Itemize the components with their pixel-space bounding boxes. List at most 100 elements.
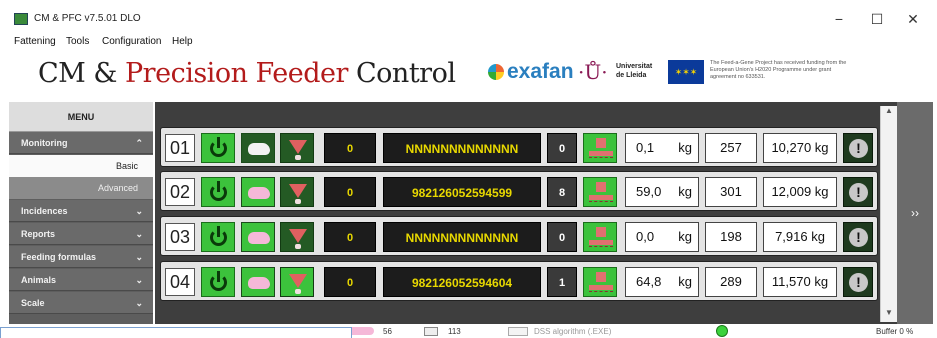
university-crest-icon: ·Ů·: [578, 60, 608, 84]
total-feed: 10,270 kg: [763, 133, 837, 163]
power-icon-bar: [217, 181, 220, 192]
sidebar-item-feeding-formulas[interactable]: Feeding formulas ⌄: [9, 246, 153, 268]
scale-grid-icon: [589, 291, 613, 294]
scale-button[interactable]: [583, 222, 617, 252]
scale-base-icon: [589, 195, 613, 200]
feeder-icon: [289, 184, 307, 198]
scroll-down-icon[interactable]: ▼: [881, 308, 897, 322]
scale-button[interactable]: [583, 133, 617, 163]
sidebar-item-animals[interactable]: Animals ⌄: [9, 269, 153, 291]
sidebar-item-monitoring[interactable]: Monitoring ⌃: [9, 132, 153, 154]
pig-button[interactable]: [241, 133, 275, 163]
scale-icon: [596, 227, 606, 237]
scale-button[interactable]: [583, 177, 617, 207]
power-icon-bar: [217, 271, 220, 282]
alert-icon: !: [849, 183, 868, 202]
alert-button[interactable]: !: [843, 267, 873, 297]
sidebar-item-label: Reports: [21, 229, 56, 239]
alert-icon: !: [849, 228, 868, 247]
feeder-button[interactable]: [280, 222, 314, 252]
menu-header: MENU: [9, 102, 153, 132]
weight-field: 0,0 kg: [625, 222, 699, 252]
feeder-row: 02 0 982126052594599 8 59,0 kg 301 12,009 kg!: [160, 171, 878, 211]
menu-configuration[interactable]: Configuration: [102, 36, 161, 47]
exafan-logo-icon: [488, 64, 504, 80]
feeder-id: 03: [165, 223, 195, 251]
animal-number: 257: [705, 133, 757, 163]
sidebar-item-reports[interactable]: Reports ⌄: [9, 223, 153, 245]
small-counter: 1: [547, 267, 577, 297]
header-banner: CM & Precision Feeder Control exafan ·Ů·…: [8, 50, 933, 102]
power-icon-bar: [217, 226, 220, 237]
scale-base-icon: [589, 285, 613, 290]
brand-part1: CM &: [38, 58, 126, 89]
power-button[interactable]: [201, 177, 235, 207]
rfid-tag: 982126052594604: [383, 267, 541, 297]
feeder-icon: [289, 229, 307, 243]
feeder-icon: [289, 140, 307, 154]
pig-button[interactable]: [241, 222, 275, 252]
funding-notice: The Feed-a-Gene Project has received fun…: [710, 60, 847, 80]
alert-button[interactable]: !: [843, 222, 873, 252]
pig-button[interactable]: [241, 267, 275, 297]
minimize-button[interactable]: −: [824, 9, 854, 29]
chevron-down-icon: ⌄: [135, 298, 143, 308]
chevron-down-icon: ⌄: [135, 275, 143, 285]
weight-unit: kg: [678, 140, 692, 155]
app-icon: [14, 13, 28, 25]
university-line2: de Lleida: [616, 72, 647, 79]
feeder-button[interactable]: [280, 177, 314, 207]
weight-unit: kg: [678, 184, 692, 199]
window-title: CM & PFC v7.5.01 DLO: [34, 13, 141, 24]
feeder-drop-icon: [295, 199, 301, 204]
algorithm-label: DSS algorithm (.EXE): [534, 327, 612, 336]
visit-count: 0: [324, 222, 376, 252]
rfid-tag: NNNNNNNNNNNNN: [383, 222, 541, 252]
scale-icon: [596, 182, 606, 192]
weight-field: 0,1 kg: [625, 133, 699, 163]
power-button[interactable]: [201, 267, 235, 297]
weight-value: 0,0: [636, 229, 655, 244]
expand-panel-button[interactable]: ››: [897, 102, 933, 324]
sidebar-item-scale[interactable]: Scale ⌄: [9, 292, 153, 314]
sidebar-item-incidences[interactable]: Incidences ⌄: [9, 200, 153, 222]
sidebar-item-label: Scale: [21, 298, 45, 308]
menu-tools[interactable]: Tools: [66, 36, 89, 47]
menu-fattening[interactable]: Fattening: [14, 36, 56, 47]
sidebar-subitem-basic[interactable]: Basic: [9, 155, 153, 177]
maximize-button[interactable]: ☐: [862, 9, 892, 29]
chevron-down-icon: ⌄: [135, 206, 143, 216]
power-button[interactable]: [201, 222, 235, 252]
exafan-label: exafan: [507, 60, 574, 83]
scale-base-icon: [589, 151, 613, 156]
sidebar-item-label: Animals: [21, 275, 57, 285]
sidebar-subitem-advanced[interactable]: Advanced: [9, 177, 153, 199]
feeder-drop-icon: [295, 155, 301, 160]
scale-grid-icon: [589, 201, 613, 204]
total-feed: 11,570 kg: [763, 267, 837, 297]
pig-icon: [248, 277, 270, 289]
feeder-id: 02: [165, 178, 195, 206]
pig-button[interactable]: [241, 177, 275, 207]
alert-button[interactable]: !: [843, 133, 873, 163]
scroll-up-icon[interactable]: ▲: [881, 106, 897, 120]
feeder-button[interactable]: [280, 133, 314, 163]
vertical-scrollbar[interactable]: ▲ ▼: [880, 106, 897, 322]
weight-unit: kg: [678, 274, 692, 289]
sidebar-item-label: Incidences: [21, 206, 68, 216]
university-name: Universitat de Lleida: [616, 62, 652, 80]
calendar-icon: [424, 327, 438, 336]
power-button[interactable]: [201, 133, 235, 163]
pig-icon: [248, 187, 270, 199]
menu-help[interactable]: Help: [172, 36, 193, 47]
scale-button[interactable]: [583, 267, 617, 297]
pig-icon: [248, 232, 270, 244]
rfid-tag: 982126052594599: [383, 177, 541, 207]
university-line1: Universitat: [616, 63, 653, 70]
feeder-row: 03 0 NNNNNNNNNNNNN 0 0,0 kg 198 7,916 kg!: [160, 216, 878, 256]
alert-button[interactable]: !: [843, 177, 873, 207]
feeder-icon: [289, 274, 307, 288]
rfid-tag: NNNNNNNNNNNNN: [383, 133, 541, 163]
feeder-button[interactable]: [280, 267, 314, 297]
close-button[interactable]: ✕: [898, 9, 928, 29]
